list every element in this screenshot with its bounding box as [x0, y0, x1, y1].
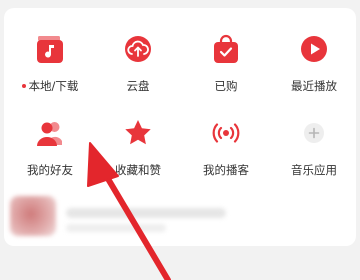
annotation-arrow-icon	[87, 142, 171, 280]
